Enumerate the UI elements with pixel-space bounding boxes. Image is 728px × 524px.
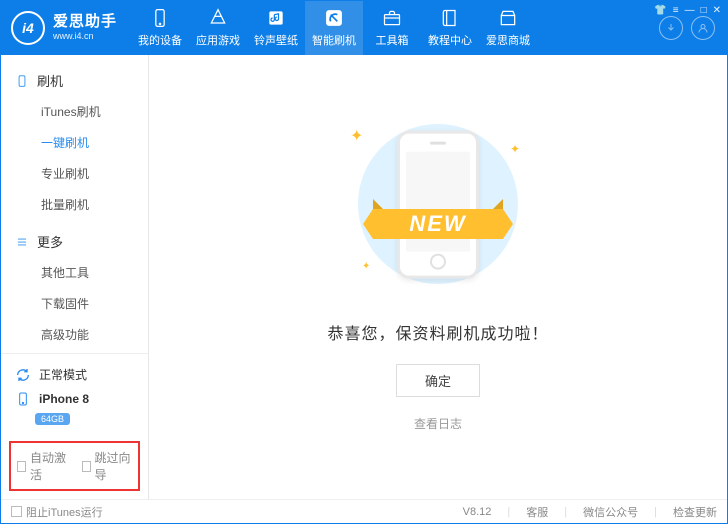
sidebar-footer: 正常模式 iPhone 8 64GB [1, 353, 148, 433]
ok-button[interactable]: 确定 [396, 364, 480, 397]
sparkle-icon: ✦ [510, 142, 520, 156]
list-icon [15, 235, 29, 249]
skip-guide-checkbox[interactable]: 跳过向导 [82, 449, 133, 483]
sidebar-item-batch-flash[interactable]: 批量刷机 [1, 189, 148, 220]
success-illustration: ✦ ✦ ✦ NEW [338, 122, 538, 302]
minimize-button[interactable]: — [685, 5, 695, 16]
sparkle-icon: ✦ [350, 126, 363, 146]
store-icon [498, 8, 518, 28]
app-title: 爱思助手 [53, 14, 117, 31]
device-icon [15, 391, 31, 407]
success-message: 恭喜您，保资料刷机成功啦！ [327, 320, 548, 344]
sidebar-item-other-tools[interactable]: 其他工具 [1, 257, 148, 288]
checkbox-label: 自动激活 [30, 449, 67, 483]
nav-label: 我的设备 [138, 32, 182, 48]
check-update-link[interactable]: 检查更新 [673, 504, 717, 520]
refresh-icon [15, 367, 31, 383]
nav-ringtone-wallpaper[interactable]: 铃声壁纸 [247, 1, 305, 55]
storage-badge: 64GB [35, 413, 70, 425]
nav-apps-games[interactable]: 应用游戏 [189, 1, 247, 55]
checkbox-label: 跳过向导 [95, 449, 132, 483]
nav-label: 工具箱 [376, 32, 409, 48]
nav-tutorials[interactable]: 教程中心 [421, 1, 479, 55]
status-bar: 阻止iTunes运行 V8.12 | 客服 | 微信公众号 | 检查更新 [1, 499, 727, 523]
device-mode-row[interactable]: 正常模式 [11, 362, 138, 387]
mode-label: 正常模式 [39, 366, 87, 383]
sparkle-icon: ✦ [362, 261, 370, 272]
nav-label: 教程中心 [428, 32, 472, 48]
phone-icon [150, 8, 170, 28]
app-subtitle: www.i4.cn [53, 32, 117, 42]
nav-toolbox[interactable]: 工具箱 [363, 1, 421, 55]
user-button[interactable] [691, 16, 715, 40]
sidebar-group-more[interactable]: 更多 [1, 226, 148, 257]
sidebar-item-onekey-flash[interactable]: 一键刷机 [1, 127, 148, 158]
support-link[interactable]: 客服 [526, 504, 548, 520]
svg-text:NEW: NEW [409, 211, 467, 236]
sidebar-options-highlight: 自动激活 跳过向导 [9, 441, 140, 491]
nav-my-device[interactable]: 我的设备 [131, 1, 189, 55]
sidebar-item-download-firmware[interactable]: 下载固件 [1, 288, 148, 319]
maximize-button[interactable]: □ [701, 5, 707, 16]
wechat-link[interactable]: 微信公众号 [583, 504, 638, 520]
app-icon [208, 8, 228, 28]
window-controls: 👕 ≡ — □ ✕ [654, 5, 721, 16]
download-button[interactable] [659, 16, 683, 40]
book-icon [440, 8, 460, 28]
sidebar-group-label: 刷机 [37, 71, 63, 90]
music-icon [266, 8, 286, 28]
version-label: V8.12 [463, 506, 492, 518]
app-logo: i4 爱思助手 www.i4.cn [1, 1, 131, 55]
block-itunes-checkbox[interactable]: 阻止iTunes运行 [11, 504, 103, 520]
sidebar-item-itunes-flash[interactable]: iTunes刷机 [1, 96, 148, 127]
device-row[interactable]: iPhone 8 [11, 387, 138, 411]
checkbox-icon [82, 461, 91, 472]
user-icon [697, 22, 709, 34]
toolbox-icon [382, 8, 402, 28]
menu-icon[interactable]: ≡ [673, 5, 679, 16]
sidebar-group-label: 更多 [37, 232, 63, 251]
phone-outline-icon [15, 74, 29, 88]
download-icon [665, 22, 677, 34]
checkbox-icon [11, 506, 22, 517]
sidebar: 刷机 iTunes刷机 一键刷机 专业刷机 批量刷机 更多 其他工具 下载固件 … [1, 55, 149, 499]
checkbox-label: 阻止iTunes运行 [26, 504, 103, 520]
sidebar-item-pro-flash[interactable]: 专业刷机 [1, 158, 148, 189]
nav-label: 应用游戏 [196, 32, 240, 48]
nav-smart-flash[interactable]: 智能刷机 [305, 1, 363, 55]
app-header: i4 爱思助手 www.i4.cn 我的设备 应用游戏 铃声壁纸 智能刷机 工具… [1, 1, 727, 55]
main-nav: 我的设备 应用游戏 铃声壁纸 智能刷机 工具箱 教程中心 爱思商城 [131, 1, 647, 55]
sidebar-item-advanced[interactable]: 高级功能 [1, 319, 148, 350]
checkbox-icon [17, 461, 26, 472]
close-button[interactable]: ✕ [713, 5, 721, 16]
new-ribbon: NEW [363, 194, 513, 254]
sidebar-group-flash[interactable]: 刷机 [1, 65, 148, 96]
nav-label: 铃声壁纸 [254, 32, 298, 48]
nav-store[interactable]: 爱思商城 [479, 1, 537, 55]
main-content: ✦ ✦ ✦ NEW 恭喜您，保资料刷机成功啦！ 确定 查看日志 [149, 55, 727, 499]
nav-label: 智能刷机 [312, 32, 356, 48]
auto-activate-checkbox[interactable]: 自动激活 [17, 449, 68, 483]
logo-icon: i4 [11, 11, 45, 45]
view-log-link[interactable]: 查看日志 [414, 415, 462, 432]
flash-icon [324, 8, 344, 28]
device-name: iPhone 8 [39, 392, 89, 406]
nav-label: 爱思商城 [486, 32, 530, 48]
shirt-icon[interactable]: 👕 [654, 5, 666, 16]
